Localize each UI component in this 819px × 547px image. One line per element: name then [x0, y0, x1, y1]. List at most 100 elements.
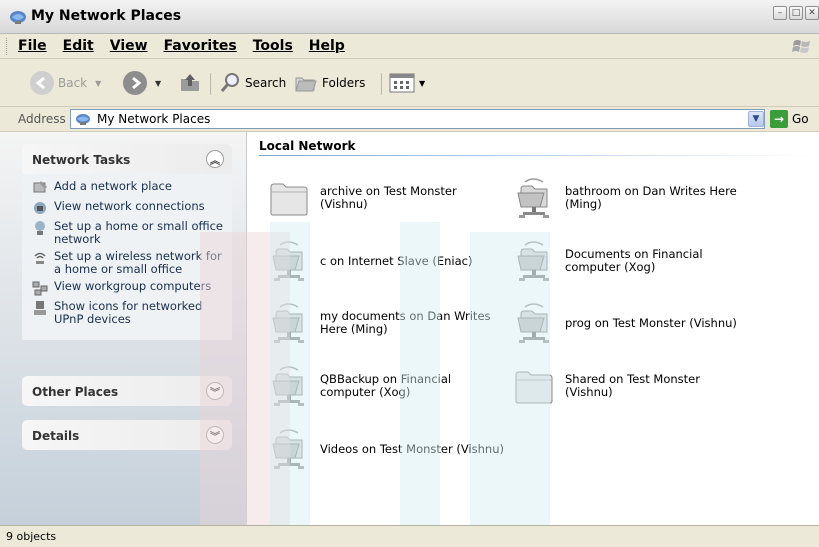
menu-file[interactable]: File: [18, 38, 47, 54]
minimize-button[interactable]: –: [773, 6, 787, 20]
back-button[interactable]: Back ▼: [30, 69, 101, 97]
back-label: Back: [58, 76, 88, 90]
windows-logo-icon: [792, 40, 810, 53]
network-place-item[interactable]: archive on Test Monster (Vishnu): [268, 177, 504, 219]
address-label: Address: [18, 112, 66, 126]
network-tasks-panel: Network Tasks ︽ Add a network place View…: [22, 144, 232, 340]
forward-arrow-icon: [123, 71, 147, 95]
menu-grip: [6, 38, 9, 55]
menu-bar: File Edit View Favorites Tools Help: [0, 34, 819, 59]
task-label: Set up a wireless network for a home or …: [54, 249, 222, 276]
network-connections-icon: [34, 202, 46, 214]
network-place-item[interactable]: c on Internet Slave (Eniac): [268, 240, 504, 282]
network-place-item[interactable]: Videos on Test Monster (Vishnu): [268, 428, 504, 470]
network-share-icon: [268, 240, 310, 282]
network-share-icon: [268, 428, 310, 470]
address-dropdown-button[interactable]: ▼: [748, 111, 764, 127]
up-folder-icon: [181, 74, 199, 91]
home-network-icon: [35, 221, 45, 235]
folders-button[interactable]: Folders: [294, 69, 365, 97]
expand-chevron-icon[interactable]: ︾: [206, 426, 224, 444]
window-title: My Network Places: [31, 8, 182, 24]
collapse-chevron-icon[interactable]: ︽: [206, 150, 224, 168]
forward-button[interactable]: ▼: [123, 69, 161, 97]
folder-icon: [268, 177, 310, 219]
network-tasks-list: Add a network place View network connect…: [22, 174, 232, 340]
add-network-place-icon: [33, 181, 47, 193]
network-share-icon: [513, 240, 555, 282]
menu-edit[interactable]: Edit: [63, 38, 94, 54]
search-label: Search: [245, 76, 287, 90]
network-share-icon: [268, 302, 310, 344]
network-place-name: Shared on Test Monster (Vishnu): [565, 372, 700, 399]
workgroup-computers-icon: [32, 281, 48, 296]
views-dropdown-icon: ▼: [419, 78, 426, 88]
back-arrow-icon: [30, 71, 54, 95]
menu-list: File Edit View Favorites Tools Help: [18, 38, 345, 54]
task-show-upnp-icons[interactable]: Show icons for networked UPnP devices: [32, 300, 224, 326]
file-list-view: Local Network archive on Test Monster (V…: [248, 132, 819, 525]
folder-icon: [513, 365, 555, 407]
other-places-header[interactable]: Other Places ︾: [22, 376, 232, 406]
address-input[interactable]: My Network Places: [70, 109, 765, 129]
menu-view[interactable]: View: [110, 38, 148, 54]
menu-favorites[interactable]: Favorites: [164, 38, 237, 54]
status-bar: 9 objects: [0, 525, 819, 547]
search-button[interactable]: Search: [219, 69, 286, 97]
views-button[interactable]: ▼: [389, 69, 425, 97]
status-text: 9 objects: [6, 530, 57, 543]
network-place-item[interactable]: Shared on Test Monster (Vishnu): [513, 365, 749, 407]
task-setup-home-network[interactable]: Set up a home or small office network: [32, 220, 224, 246]
go-label: Go: [792, 112, 809, 126]
toolbar-separator: [381, 73, 382, 95]
forward-dropdown-icon: ▼: [155, 78, 162, 88]
up-folder-button[interactable]: [178, 69, 202, 97]
upnp-device-icon: [34, 301, 46, 315]
task-label: View workgroup computers: [54, 279, 212, 293]
network-place-name: my documents on Dan Writes Here (Ming): [320, 309, 491, 336]
wireless-network-icon: [34, 252, 46, 264]
details-header[interactable]: Details ︾: [22, 420, 232, 450]
task-label: View network connections: [54, 199, 205, 213]
other-places-panel: Other Places ︾: [22, 376, 232, 406]
folders-label: Folders: [322, 76, 366, 90]
details-title: Details: [32, 429, 80, 443]
address-bar: Address My Network Places ▼ → Go: [0, 107, 819, 132]
network-place-name: prog on Test Monster (Vishnu): [565, 315, 737, 330]
menu-help[interactable]: Help: [309, 38, 345, 54]
task-label: Show icons for networked UPnP devices: [54, 299, 203, 326]
folders-icon: [295, 77, 317, 92]
task-view-network-connections[interactable]: View network connections: [32, 200, 224, 216]
network-place-name: archive on Test Monster (Vishnu): [320, 184, 457, 211]
network-tasks-header[interactable]: Network Tasks ︽: [22, 144, 232, 174]
task-view-workgroup-computers[interactable]: View workgroup computers: [32, 280, 224, 296]
group-header: Local Network: [259, 139, 356, 153]
task-label: Add a network place: [54, 179, 172, 193]
go-arrow-icon: →: [770, 110, 788, 128]
network-place-item[interactable]: bathroom on Dan Writes Here (Ming): [513, 177, 749, 219]
network-place-item[interactable]: my documents on Dan Writes Here (Ming): [268, 302, 504, 344]
search-icon: [220, 73, 239, 92]
network-place-name: c on Internet Slave (Eniac): [320, 253, 473, 268]
task-add-network-place[interactable]: Add a network place: [32, 180, 224, 196]
network-places-icon: [10, 11, 26, 24]
network-place-name: Videos on Test Monster (Vishnu): [320, 441, 504, 456]
other-places-title: Other Places: [32, 385, 119, 399]
maximize-button[interactable]: □: [789, 6, 803, 20]
window-controls: – □ ✕: [773, 6, 819, 20]
network-place-name: Documents on Financial computer (Xog): [565, 247, 703, 274]
details-panel: Details ︾: [22, 420, 232, 450]
menu-tools[interactable]: Tools: [253, 38, 293, 54]
toolbar-separator: [210, 73, 211, 95]
network-share-icon: [513, 177, 555, 219]
close-button[interactable]: ✕: [805, 6, 819, 20]
network-place-item[interactable]: prog on Test Monster (Vishnu): [513, 302, 749, 344]
network-place-item[interactable]: Documents on Financial computer (Xog): [513, 240, 749, 282]
go-button[interactable]: → Go: [770, 109, 809, 129]
address-value: My Network Places: [97, 112, 211, 126]
toolbar: Back ▼ ▼ Search Folders ▼: [0, 59, 819, 107]
network-share-icon: [513, 302, 555, 344]
task-setup-wireless-network[interactable]: Set up a wireless network for a home or …: [32, 250, 224, 276]
expand-chevron-icon[interactable]: ︾: [206, 382, 224, 400]
network-place-item[interactable]: QBBackup on Financial computer (Xog): [268, 365, 504, 407]
